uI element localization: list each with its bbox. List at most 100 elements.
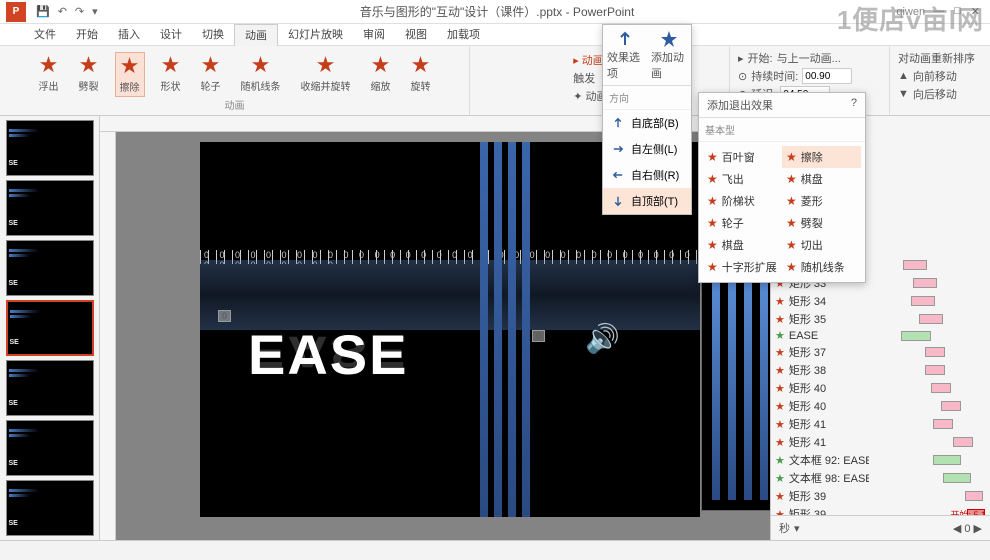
move-back[interactable]: ▼ 向后移动 (898, 86, 982, 102)
timeline-bar[interactable] (911, 296, 935, 306)
effect-收缩并旋转[interactable]: ★收缩并旋转 (297, 52, 355, 97)
star-icon: ★ (775, 490, 785, 503)
tab-animation[interactable]: 动画 (234, 24, 278, 46)
star-icon: ★ (775, 418, 785, 431)
anim-row[interactable]: ★矩形 39 (771, 487, 990, 505)
exit-阶梯状[interactable]: ★阶梯状 (703, 190, 782, 212)
star-icon: ★ (161, 54, 181, 76)
effect-随机线条[interactable]: ★随机线条 (237, 52, 285, 97)
ruler-vertical (100, 132, 116, 540)
start-value[interactable]: 与上一动画... (777, 50, 841, 66)
light-band (200, 260, 700, 330)
thumb-2[interactable]: SE (6, 180, 94, 236)
timeline-bar[interactable] (925, 347, 945, 357)
timeline-bar[interactable] (943, 473, 971, 483)
thumb-3[interactable]: SE (6, 240, 94, 296)
undo-icon[interactable]: ↶ (58, 5, 67, 18)
duration-input[interactable] (802, 68, 852, 84)
effect-缩放[interactable]: ★缩放 (367, 52, 395, 97)
timeline-bar[interactable] (901, 331, 931, 341)
timeline-bar[interactable] (933, 455, 961, 465)
thumb-6[interactable]: SE (6, 420, 94, 476)
direction-up[interactable]: 自底部(B) (603, 110, 691, 136)
tab-insert[interactable]: 插入 (108, 24, 150, 46)
thumb-4[interactable]: SE (6, 300, 94, 356)
effect-劈裂[interactable]: ★劈裂 (75, 52, 103, 97)
chevron-down-icon[interactable]: ▾ (794, 522, 800, 535)
effect-浮出[interactable]: ★浮出 (35, 52, 63, 97)
timeline-bar[interactable] (913, 278, 937, 288)
exit-轮子[interactable]: ★轮子 (703, 212, 782, 234)
exit-随机线条[interactable]: ★随机线条 (782, 256, 861, 278)
exit-十字形扩展[interactable]: ★十字形扩展 (703, 256, 782, 278)
marker-0b[interactable]: 0 (532, 330, 545, 342)
timeline-bar[interactable] (903, 260, 927, 270)
effect-options-button[interactable]: 效果选项 (607, 29, 643, 81)
timeline-bar[interactable] (925, 365, 945, 375)
anim-row[interactable]: ★矩形 34 (771, 292, 990, 310)
thumb-7[interactable]: SE (6, 480, 94, 536)
group-label-animation: 动画 (225, 97, 245, 112)
timeline-bar[interactable] (953, 437, 973, 447)
anim-row[interactable]: ★矩形 40 (771, 397, 990, 415)
tab-file[interactable]: 文件 (24, 24, 66, 46)
tab-addon[interactable]: 加载项 (437, 24, 490, 46)
effect-轮子[interactable]: ★轮子 (197, 52, 225, 97)
effect-擦除[interactable]: ★擦除 (115, 52, 145, 97)
direction-right[interactable]: 自左侧(L) (603, 136, 691, 162)
anim-row[interactable]: ★矩形 41 (771, 415, 990, 433)
watermark: 1便店v亩l网 (837, 0, 984, 37)
anim-row[interactable]: ★文本框 92: EASE (771, 451, 990, 469)
exit-棋盘[interactable]: ★棋盘 (782, 168, 861, 190)
exit-百叶窗[interactable]: ★百叶窗 (703, 146, 782, 168)
help-icon[interactable]: ? (851, 97, 857, 113)
tab-review[interactable]: 审阅 (353, 24, 395, 46)
effect-旋转[interactable]: ★旋转 (407, 52, 435, 97)
anim-row[interactable]: ★矩形 37 (771, 343, 990, 361)
anim-row[interactable]: ★矩形 41 (771, 433, 990, 451)
direction-left[interactable]: 自右侧(R) (603, 162, 691, 188)
add-animation-button[interactable]: 添加动画 (651, 29, 687, 81)
direction-label: 自顶部(T) (631, 193, 678, 209)
thumb-1[interactable]: SE (6, 120, 94, 176)
speaker-icon[interactable]: 🔊 (585, 322, 620, 355)
exit-飞出[interactable]: ★飞出 (703, 168, 782, 190)
star-icon: ★ (39, 54, 59, 76)
direction-down[interactable]: 自顶部(T) (603, 188, 691, 214)
slide-thumbnails[interactable]: SE SE SE SE SE SE SE (0, 116, 100, 540)
anim-row[interactable]: ★矩形 35 (771, 310, 990, 328)
exit-切出[interactable]: ★切出 (782, 234, 861, 256)
anim-row[interactable]: ★矩形 38 (771, 361, 990, 379)
exit-擦除[interactable]: ★擦除 (782, 146, 861, 168)
tab-trans[interactable]: 切换 (192, 24, 234, 46)
tab-design[interactable]: 设计 (150, 24, 192, 46)
direction-label: 自底部(B) (631, 115, 679, 131)
marker-0a[interactable]: 0 (218, 310, 231, 322)
tab-slideshow[interactable]: 幻灯片放映 (278, 24, 353, 46)
timeline-bar[interactable] (931, 383, 951, 393)
save-icon[interactable]: 💾 (36, 5, 50, 18)
timeline-bar[interactable] (933, 419, 953, 429)
anim-row[interactable]: ★矩形 39开始: 5.1 (771, 505, 990, 515)
animation-gallery[interactable]: ★浮出★劈裂★擦除★形状★轮子★随机线条★收缩并旋转★缩放★旋转 (35, 48, 435, 97)
move-fwd[interactable]: ▲ 向前移动 (898, 68, 982, 84)
tab-view[interactable]: 视图 (395, 24, 437, 46)
star-icon: ★ (786, 238, 797, 252)
exit-劈裂[interactable]: ★劈裂 (782, 212, 861, 234)
timeline-bar[interactable] (919, 314, 943, 324)
exit-菱形[interactable]: ★菱形 (782, 190, 861, 212)
anim-row[interactable]: ★EASE (771, 328, 990, 343)
trigger-button[interactable]: 触发 (573, 70, 595, 86)
anim-row[interactable]: ★文本框 98: EASE (771, 469, 990, 487)
arrow-down-icon (611, 194, 625, 208)
timeline-bar[interactable] (965, 491, 983, 501)
redo-icon[interactable]: ↷ (75, 5, 84, 18)
timeline-bar[interactable] (941, 401, 961, 411)
quick-access-toolbar[interactable]: 💾 ↶ ↷ ▾ (32, 5, 98, 18)
effect-形状[interactable]: ★形状 (157, 52, 185, 97)
exit-棋盘[interactable]: ★棋盘 (703, 234, 782, 256)
thumb-5[interactable]: SE (6, 360, 94, 416)
tab-start[interactable]: 开始 (66, 24, 108, 46)
effect-label: 轮子 (201, 78, 221, 93)
anim-row[interactable]: ★矩形 40 (771, 379, 990, 397)
